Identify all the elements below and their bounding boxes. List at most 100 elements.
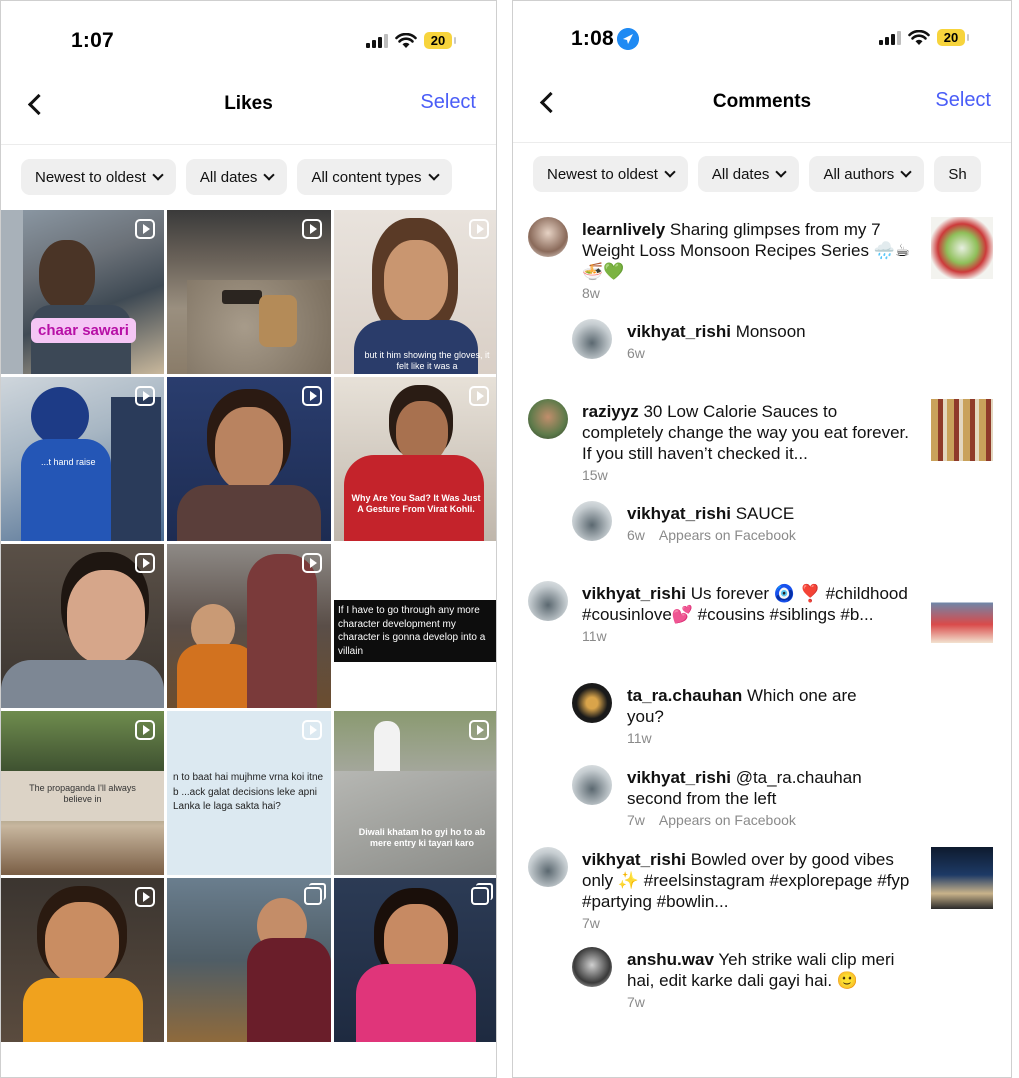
reel-icon: [302, 219, 322, 239]
avatar[interactable]: [528, 581, 568, 621]
post-tile[interactable]: [167, 210, 331, 374]
date-filter-chip[interactable]: All dates: [185, 159, 288, 195]
avatar[interactable]: [572, 947, 612, 987]
liked-posts-grid: chaar sawari but it him showing the glov…: [1, 210, 496, 1042]
tile-label: chaar sawari: [31, 318, 136, 343]
comment-username[interactable]: vikhyat_rishi: [627, 504, 731, 523]
post-thumbnail[interactable]: [931, 399, 993, 461]
carousel-icon: [471, 883, 493, 905]
post-tile[interactable]: [334, 878, 496, 1042]
comment-time: 7w: [627, 994, 645, 1010]
avatar[interactable]: [572, 683, 612, 723]
comment-username[interactable]: learnlively: [582, 220, 665, 239]
post-tile[interactable]: [1, 544, 164, 708]
signal-icon: [879, 30, 901, 45]
comment-username[interactable]: raziyyz: [582, 402, 639, 421]
comment-time: 7w: [627, 812, 645, 828]
chip-label: All content types: [311, 168, 422, 186]
reel-icon: [135, 386, 155, 406]
post-tile[interactable]: If I have to go through any more charact…: [334, 544, 496, 708]
comment-username[interactable]: vikhyat_rishi: [582, 850, 686, 869]
reel-icon: [135, 887, 155, 907]
comment-username[interactable]: vikhyat_rishi: [582, 584, 686, 603]
author-filter-chip[interactable]: All authors: [809, 156, 925, 192]
comment-body: anshu.wav Yeh strike wali clip meri hai,…: [627, 949, 897, 1013]
post-tile[interactable]: ...t hand raise: [1, 377, 164, 541]
comment-meta: 6w Appears on Facebook: [627, 525, 907, 546]
post-thumbnail[interactable]: [931, 847, 993, 909]
post-tile[interactable]: Diwali khatam ho gyi ho to ab mere entry…: [334, 711, 496, 875]
post-thumbnail[interactable]: [931, 217, 993, 279]
post-tile[interactable]: n to baat hai mujhme vrna koi itne b ...…: [167, 711, 331, 875]
select-button[interactable]: Select: [935, 89, 991, 112]
post-tile[interactable]: chaar sawari: [1, 210, 164, 374]
comment-body: raziyyz 30 Low Calorie Sauces to complet…: [582, 401, 912, 486]
tile-caption: Diwali khatam ho gyi ho to ab mere entry…: [358, 827, 486, 848]
chevron-down-icon: [427, 168, 440, 181]
comment-body: vikhyat_rishi SAUCE 6w Appears on Faceboo…: [627, 503, 907, 546]
post-tile[interactable]: but it him showing the gloves, it felt l…: [334, 210, 496, 374]
carousel-icon: [304, 883, 326, 905]
nav-bar: Likes Select: [1, 79, 496, 131]
comment-time: 6w: [627, 345, 645, 361]
sort-filter-chip[interactable]: Newest to oldest: [533, 156, 688, 192]
likes-screen: 1:07 20 Likes Select Newest to oldest Al…: [0, 0, 497, 1078]
filter-bar: Newest to oldest All dates All content t…: [21, 159, 496, 195]
chevron-down-icon: [900, 165, 912, 178]
status-icons: 20: [879, 29, 969, 46]
date-filter-chip[interactable]: All dates: [697, 156, 800, 192]
post-tile[interactable]: Why Are You Sad? It Was Just A Gesture F…: [334, 377, 496, 541]
comment-time: 11w: [627, 730, 652, 746]
post-tile[interactable]: The propaganda I'll always believe in: [1, 711, 164, 875]
appears-on-facebook: Appears on Facebook: [658, 812, 796, 828]
comment-username[interactable]: vikhyat_rishi: [627, 322, 731, 341]
comment-time: 8w: [582, 285, 600, 301]
post-tile[interactable]: [167, 544, 331, 708]
select-button[interactable]: Select: [420, 91, 476, 114]
comment-time: 11w: [582, 628, 607, 644]
reel-icon: [135, 553, 155, 573]
reel-icon: [469, 720, 489, 740]
sort-filter-chip[interactable]: Newest to oldest: [21, 159, 176, 195]
filter-bar: Newest to oldest All dates All authors S…: [533, 156, 1011, 192]
tile-text: If I have to go through any more charact…: [334, 600, 496, 662]
chip-label: All authors: [823, 165, 895, 183]
chevron-down-icon: [263, 168, 276, 181]
content-type-filter-chip[interactable]: All content types: [297, 159, 452, 195]
post-tile[interactable]: [167, 878, 331, 1042]
comment-username[interactable]: anshu.wav: [627, 950, 714, 969]
avatar[interactable]: [572, 765, 612, 805]
comment-text: SAUCE: [735, 504, 795, 523]
chip-label: Newest to oldest: [35, 168, 146, 186]
battery-icon: 20: [937, 29, 969, 46]
avatar[interactable]: [528, 399, 568, 439]
wifi-icon: [908, 29, 930, 45]
avatar[interactable]: [572, 501, 612, 541]
avatar[interactable]: [528, 217, 568, 257]
comment-username[interactable]: vikhyat_rishi: [627, 768, 731, 787]
avatar[interactable]: [528, 847, 568, 887]
comment-text: Monsoon: [735, 322, 806, 341]
more-filter-chip[interactable]: Sh: [934, 156, 981, 192]
comment-body: vikhyat_rishi Us forever 🧿 ❣️ #childhood…: [582, 583, 912, 647]
comments-screen: 1:08 20 Comments Select Newest to oldest…: [512, 0, 1012, 1078]
post-tile[interactable]: [1, 878, 164, 1042]
divider: [1, 144, 496, 145]
reel-icon: [135, 720, 155, 740]
comment-body: ta_ra.chauhan Which one are you? 11w: [627, 685, 887, 749]
appears-on-facebook: Appears on Facebook: [658, 527, 796, 543]
status-time: 1:08: [571, 27, 614, 50]
comment-body: vikhyat_rishi Monsoon 6w: [627, 321, 907, 364]
status-bar: 1:07 20: [1, 1, 496, 71]
avatar[interactable]: [572, 319, 612, 359]
post-thumbnail[interactable]: [931, 581, 993, 643]
reel-icon: [135, 219, 155, 239]
divider: [513, 142, 1011, 143]
reel-icon: [469, 386, 489, 406]
chevron-down-icon: [775, 165, 788, 178]
comment-username[interactable]: ta_ra.chauhan: [627, 686, 742, 705]
comment-body: vikhyat_rishi @ta_ra.chauhan second from…: [627, 767, 887, 831]
reel-icon: [302, 386, 322, 406]
post-tile[interactable]: [167, 377, 331, 541]
location-arrow-icon: [617, 28, 639, 50]
